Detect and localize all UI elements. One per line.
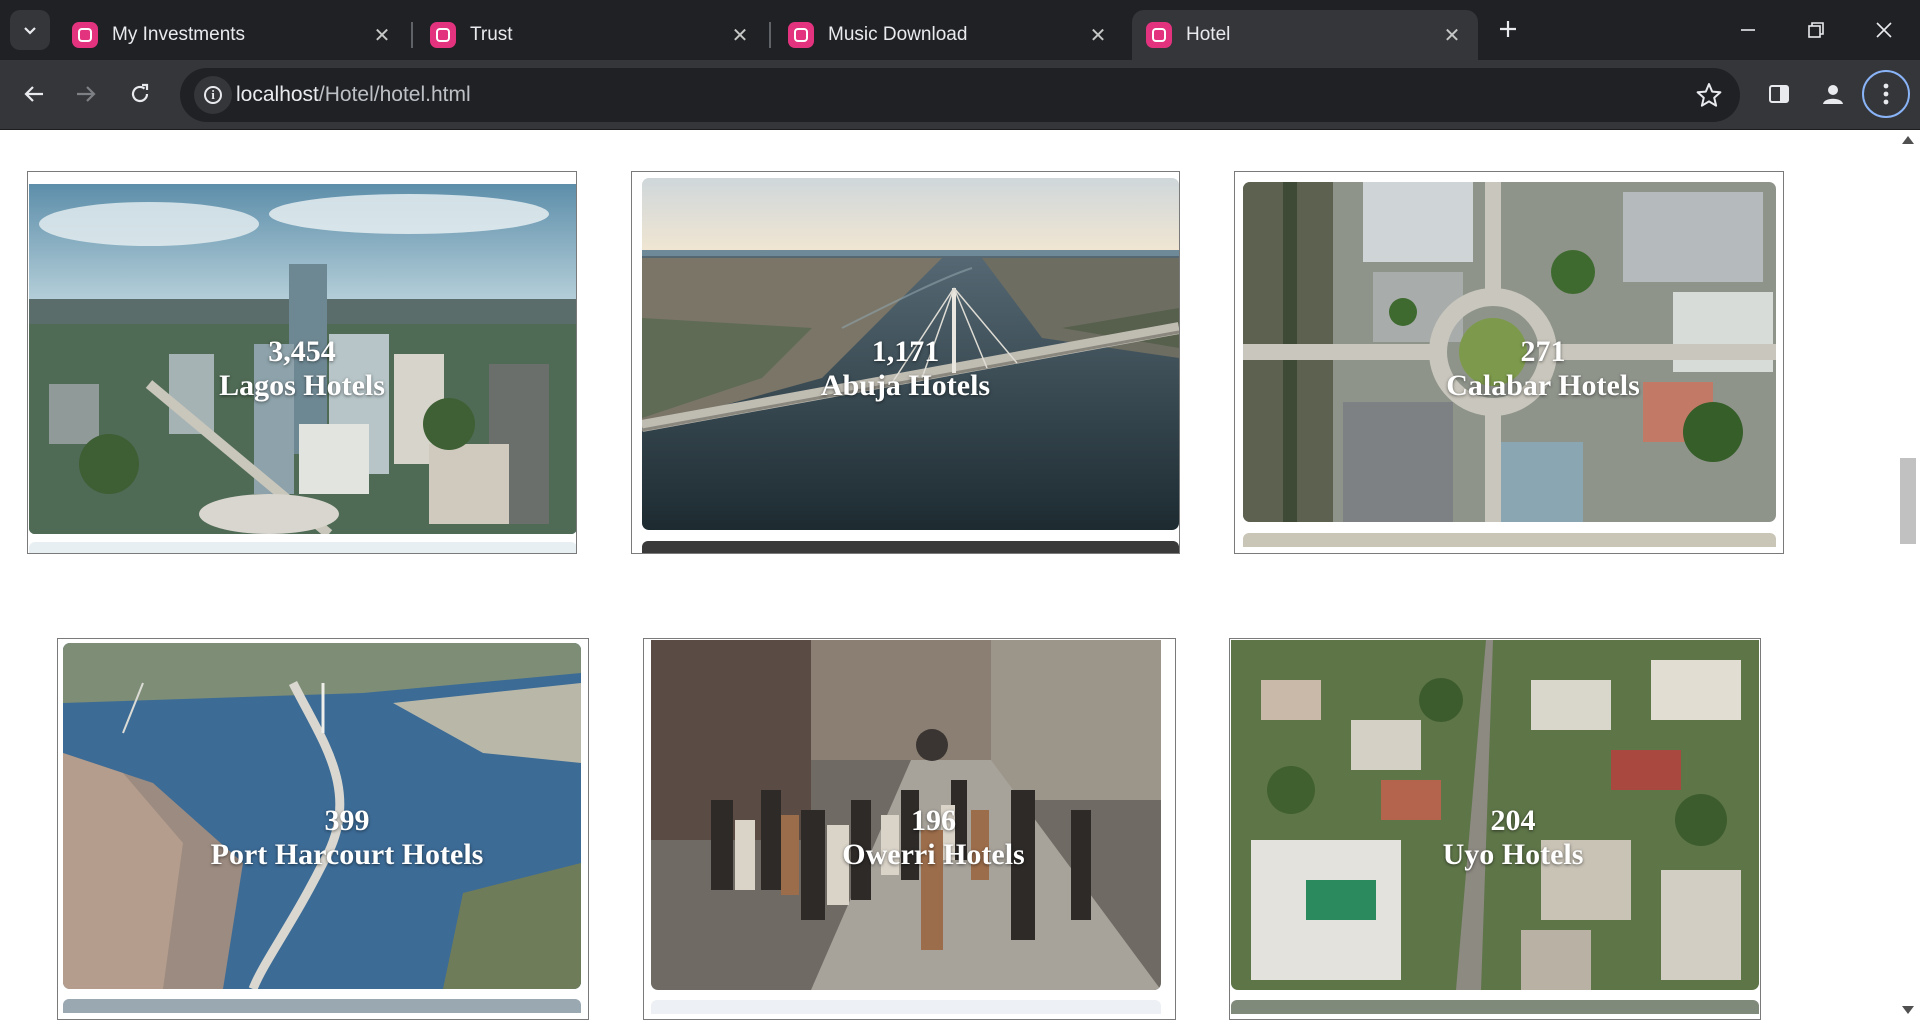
city-name: Owerri Hotels bbox=[842, 838, 1025, 871]
url-path: /Hotel/hotel.html bbox=[318, 83, 471, 106]
browser-toolbar: i localhost/Hotel/hotel.html bbox=[0, 60, 1920, 130]
plus-icon bbox=[1500, 21, 1516, 37]
city-caption: 196 Owerri Hotels bbox=[668, 804, 1175, 872]
close-icon[interactable]: ✕ bbox=[1086, 23, 1110, 48]
url-host: localhost bbox=[236, 83, 319, 106]
tab-separator bbox=[411, 22, 413, 48]
close-window-button[interactable] bbox=[1864, 10, 1904, 50]
city-name: Abuja Hotels bbox=[820, 369, 991, 402]
close-icon[interactable]: ✕ bbox=[1440, 23, 1464, 48]
tab-search-button[interactable] bbox=[10, 10, 50, 50]
url-text[interactable]: localhost/Hotel/hotel.html bbox=[236, 83, 471, 107]
city-caption: 271 Calabar Hotels bbox=[1269, 335, 1783, 403]
next-slide-edge bbox=[1231, 1000, 1759, 1014]
hotel-count: 204 bbox=[1490, 804, 1536, 837]
side-panel-icon bbox=[1769, 85, 1789, 103]
tab-title: Music Download bbox=[828, 24, 968, 45]
side-panel-button[interactable] bbox=[1759, 74, 1799, 114]
reload-icon bbox=[131, 83, 149, 103]
restore-button[interactable] bbox=[1796, 10, 1836, 50]
arrow-left-icon bbox=[24, 86, 43, 102]
info-icon: i bbox=[204, 86, 222, 104]
minimize-icon bbox=[1741, 29, 1755, 31]
hotel-count: 196 bbox=[911, 804, 956, 837]
arrow-right-icon bbox=[77, 86, 96, 102]
tab-trust[interactable]: Trust ✕ bbox=[416, 10, 766, 60]
tab-my-investments[interactable]: My Investments ✕ bbox=[58, 10, 408, 60]
bookmark-button[interactable] bbox=[1692, 78, 1726, 112]
close-icon bbox=[1876, 22, 1892, 38]
minimize-button[interactable] bbox=[1728, 10, 1768, 50]
next-slide-edge bbox=[651, 1000, 1161, 1014]
tab-strip: My Investments ✕ Trust ✕ Music Download … bbox=[0, 0, 1920, 60]
page-content: 3,454 Lagos Hotels 1,171 Abuja Hotels 27… bbox=[0, 130, 1896, 1020]
city-card-calabar[interactable]: 271 Calabar Hotels bbox=[1234, 171, 1784, 554]
hotel-count: 3,454 bbox=[268, 335, 336, 368]
city-card-lagos[interactable]: 3,454 Lagos Hotels bbox=[27, 171, 577, 554]
restore-icon bbox=[1808, 22, 1824, 38]
forward-button[interactable] bbox=[66, 74, 106, 114]
site-favicon-icon bbox=[788, 22, 814, 48]
hotel-count: 399 bbox=[324, 804, 370, 837]
site-info-button[interactable]: i bbox=[194, 76, 232, 114]
profile-button[interactable] bbox=[1813, 74, 1853, 114]
address-bar[interactable]: i localhost/Hotel/hotel.html bbox=[180, 68, 1740, 122]
city-caption: 399 Port Harcourt Hotels bbox=[82, 804, 588, 872]
next-slide-edge bbox=[29, 542, 576, 553]
next-slide-edge bbox=[642, 541, 1179, 553]
browser-menu-button[interactable] bbox=[1862, 70, 1910, 118]
city-name: Uyo Hotels bbox=[1442, 838, 1584, 871]
scrollbar-thumb[interactable] bbox=[1900, 458, 1916, 544]
tab-title: Hotel bbox=[1186, 24, 1231, 45]
new-tab-button[interactable] bbox=[1492, 14, 1524, 46]
site-favicon-icon bbox=[430, 22, 456, 48]
reload-button[interactable] bbox=[120, 74, 160, 114]
star-icon bbox=[1696, 83, 1722, 107]
city-name: Lagos Hotels bbox=[219, 369, 385, 402]
city-card-abuja[interactable]: 1,171 Abuja Hotels bbox=[631, 171, 1180, 554]
site-favicon-icon bbox=[1146, 22, 1172, 48]
close-icon[interactable]: ✕ bbox=[370, 23, 394, 48]
tab-hotel[interactable]: Hotel ✕ bbox=[1132, 10, 1478, 60]
city-card-owerri[interactable]: 196 Owerri Hotels bbox=[643, 638, 1176, 1020]
scroll-down-arrow-icon[interactable] bbox=[1902, 1006, 1914, 1014]
tab-separator bbox=[769, 22, 771, 48]
close-icon[interactable]: ✕ bbox=[728, 23, 752, 48]
chevron-down-icon bbox=[24, 27, 36, 35]
city-caption: 1,171 Abuja Hotels bbox=[632, 335, 1179, 403]
city-card-uyo[interactable]: 204 Uyo Hotels bbox=[1229, 638, 1761, 1020]
tab-music-download[interactable]: Music Download ✕ bbox=[774, 10, 1124, 60]
person-icon bbox=[1823, 85, 1843, 104]
city-caption: 204 Uyo Hotels bbox=[1248, 804, 1760, 872]
page-scrollbar[interactable] bbox=[1896, 130, 1920, 1020]
back-button[interactable] bbox=[14, 74, 54, 114]
hotel-count: 1,171 bbox=[871, 335, 940, 368]
city-name: Port Harcourt Hotels bbox=[210, 838, 484, 871]
site-favicon-icon bbox=[72, 22, 98, 48]
scroll-up-arrow-icon[interactable] bbox=[1902, 136, 1914, 144]
tab-title: Trust bbox=[470, 24, 513, 45]
tab-title: My Investments bbox=[112, 24, 246, 45]
city-caption: 3,454 Lagos Hotels bbox=[28, 335, 576, 403]
kebab-menu-icon bbox=[1883, 83, 1889, 105]
city-card-port-harcourt[interactable]: 399 Port Harcourt Hotels bbox=[57, 638, 589, 1020]
next-slide-edge bbox=[1243, 533, 1776, 547]
next-slide-edge bbox=[63, 999, 581, 1013]
city-name: Calabar Hotels bbox=[1446, 369, 1640, 402]
hotel-count: 271 bbox=[1520, 335, 1566, 368]
